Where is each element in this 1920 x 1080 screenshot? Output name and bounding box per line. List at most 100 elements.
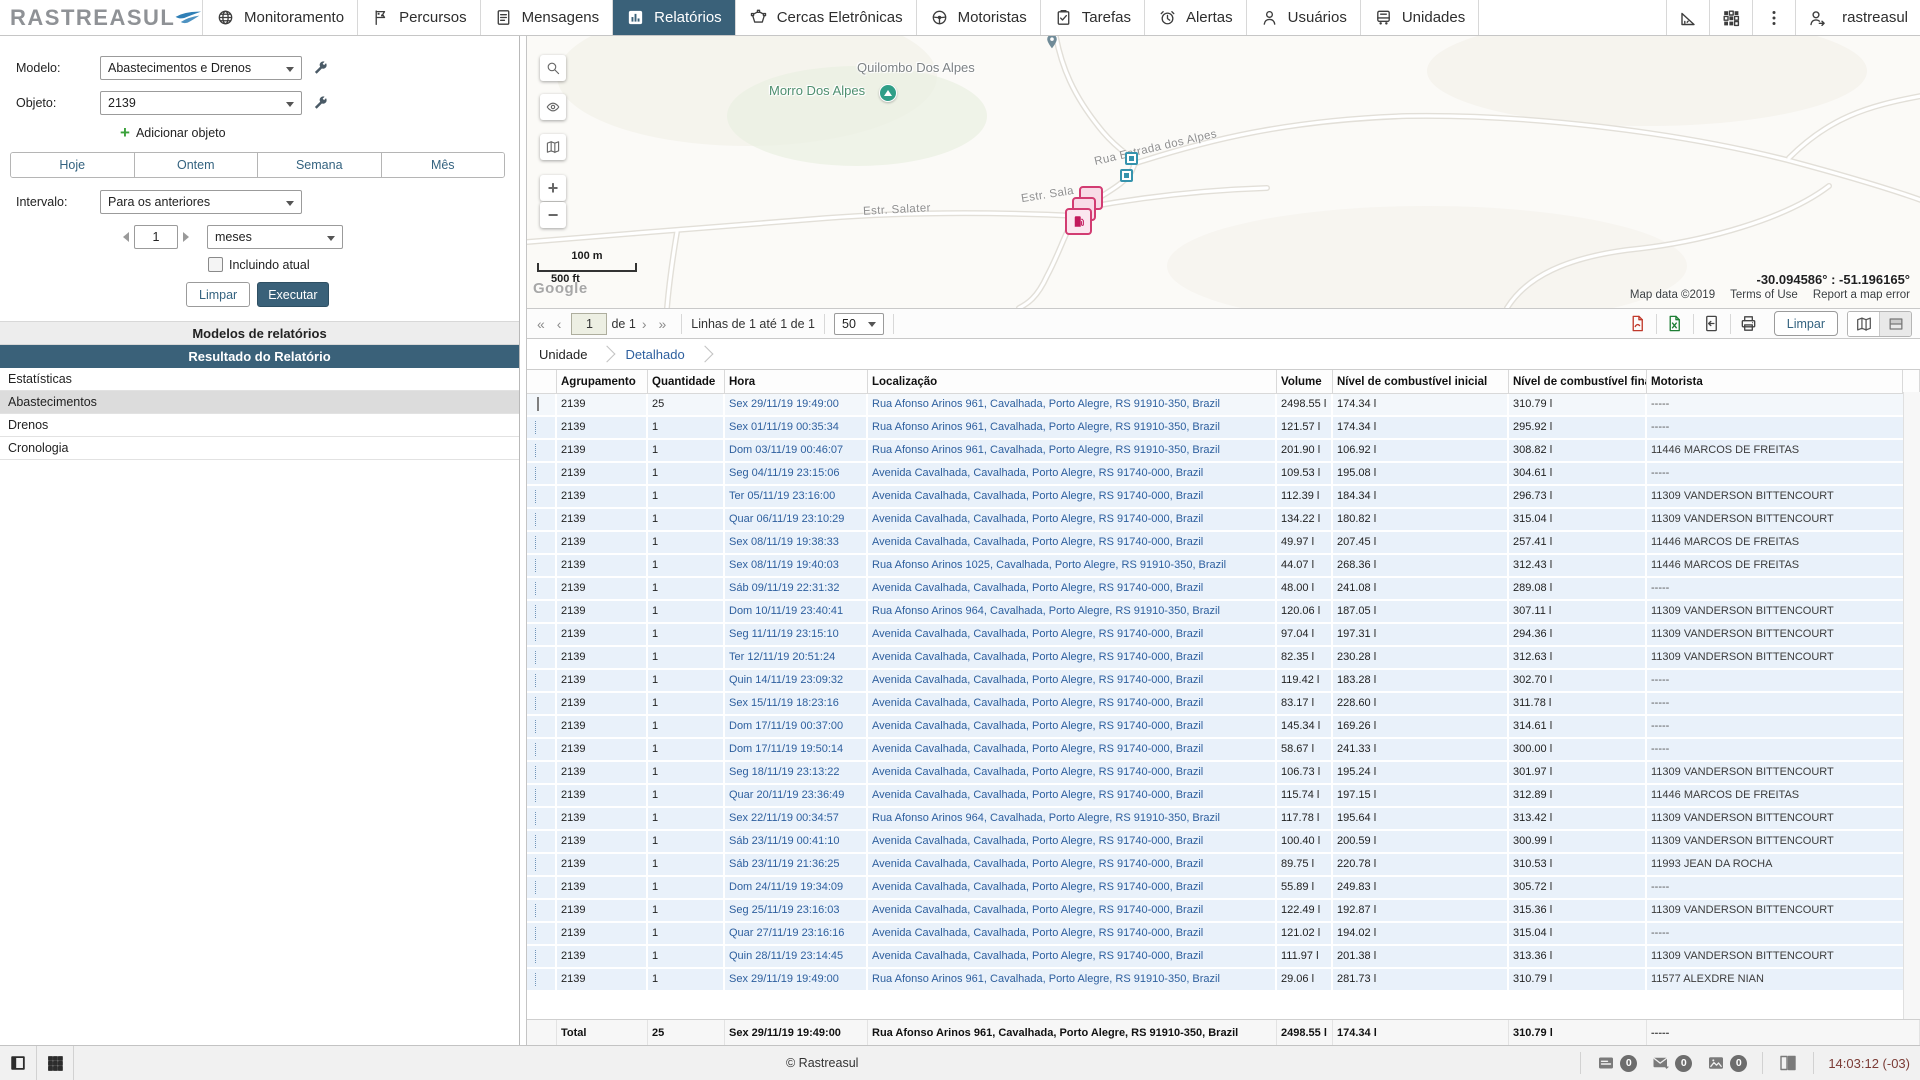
tab-detalhado[interactable]: Detalhado — [625, 347, 684, 362]
table-row[interactable]: 21391Ter 05/11/19 23:16:00Avenida Cavalh… — [527, 486, 1920, 507]
panel-splitter[interactable] — [520, 36, 527, 1046]
vertical-scrollbar[interactable] — [1903, 392, 1920, 1019]
cell-hora[interactable]: Dom 03/11/19 00:46:07 — [725, 440, 868, 461]
executar-button[interactable]: Executar — [257, 282, 328, 307]
cell-hora[interactable]: Sex 15/11/19 18:23:16 — [725, 693, 868, 714]
column-header-Volume[interactable]: Volume — [1277, 370, 1333, 393]
cell-hora[interactable]: Sex 08/11/19 19:40:03 — [725, 555, 868, 576]
cell-localizacao[interactable]: Avenida Cavalhada, Cavalhada, Porto Aleg… — [868, 854, 1277, 875]
park-poi-icon[interactable] — [879, 84, 897, 102]
report-pages-button[interactable] — [1778, 1053, 1798, 1073]
cell-hora[interactable]: Sex 29/11/19 19:49:00 — [725, 394, 868, 415]
cell-hora[interactable]: Seg 11/11/19 23:15:10 — [725, 624, 868, 645]
table-row[interactable]: 21391Sex 01/11/19 00:35:34Rua Afonso Ari… — [527, 417, 1920, 438]
cell-localizacao[interactable]: Rua Afonso Arinos 961, Cavalhada, Porto … — [868, 969, 1277, 990]
table-row[interactable]: 21391Seg 18/11/19 23:13:22Avenida Cavalh… — [527, 762, 1920, 783]
cell-hora[interactable]: Sex 22/11/19 00:34:57 — [725, 808, 868, 829]
unit-marker-icon[interactable] — [1125, 152, 1138, 165]
objeto-select[interactable]: 2139 — [100, 91, 302, 115]
map-search-button[interactable] — [540, 55, 566, 81]
cell-localizacao[interactable]: Avenida Cavalhada, Cavalhada, Porto Aleg… — [868, 785, 1277, 806]
cell-localizacao[interactable]: Avenida Cavalhada, Cavalhada, Porto Aleg… — [868, 739, 1277, 760]
cell-localizacao[interactable]: Avenida Cavalhada, Cavalhada, Porto Aleg… — [868, 693, 1277, 714]
cell-localizacao[interactable]: Rua Afonso Arinos 964, Cavalhada, Porto … — [868, 808, 1277, 829]
table-row[interactable]: 21391Sáb 23/11/19 21:36:25Avenida Cavalh… — [527, 854, 1920, 875]
cell-localizacao[interactable]: Avenida Cavalhada, Cavalhada, Porto Aleg… — [868, 716, 1277, 737]
cell-hora[interactable]: Dom 24/11/19 19:34:09 — [725, 877, 868, 898]
cell-hora[interactable]: Sex 01/11/19 00:35:34 — [725, 417, 868, 438]
cell-hora[interactable]: Dom 17/11/19 00:37:00 — [725, 716, 868, 737]
cell-localizacao[interactable]: Avenida Cavalhada, Cavalhada, Porto Aleg… — [868, 578, 1277, 599]
period-increment-button[interactable] — [183, 232, 194, 242]
cell-localizacao[interactable]: Avenida Cavalhada, Cavalhada, Porto Aleg… — [868, 624, 1277, 645]
table-row[interactable]: 21391Sex 22/11/19 00:34:57Rua Afonso Ari… — [527, 808, 1920, 829]
export-excel-button[interactable] — [1660, 312, 1690, 336]
table-row[interactable]: 21391Dom 10/11/19 23:40:41Rua Afonso Ari… — [527, 601, 1920, 622]
panel-layout-button[interactable] — [0, 1046, 37, 1080]
report-error-link[interactable]: Report a map error — [1813, 289, 1910, 301]
table-row[interactable]: 21391Sex 15/11/19 18:23:16Avenida Cavalh… — [527, 693, 1920, 714]
cell-localizacao[interactable]: Avenida Cavalhada, Cavalhada, Porto Aleg… — [868, 923, 1277, 944]
cell-localizacao[interactable]: Rua Afonso Arinos 964, Cavalhada, Porto … — [868, 601, 1277, 622]
table-row[interactable]: 21391Quin 28/11/19 23:14:45Avenida Caval… — [527, 946, 1920, 967]
table-row[interactable]: 21391Sex 29/11/19 19:49:00Rua Afonso Ari… — [527, 969, 1920, 990]
unit-marker-icon[interactable] — [1120, 169, 1133, 182]
cell-hora[interactable]: Seg 04/11/19 23:15:06 — [725, 463, 868, 484]
table-row[interactable]: 21391Sáb 09/11/19 22:31:32Avenida Cavalh… — [527, 578, 1920, 599]
column-header-Nível de combustível inicial[interactable]: Nível de combustível inicial — [1333, 370, 1509, 393]
next-page-button[interactable]: › — [636, 316, 653, 332]
table-row[interactable]: 21391Sáb 23/11/19 00:41:10Avenida Cavalh… — [527, 831, 1920, 852]
table-row[interactable]: 21391Dom 17/11/19 19:50:14Avenida Cavalh… — [527, 739, 1920, 760]
intervalo-select[interactable]: Para os anteriores — [100, 190, 302, 214]
limpar-results-button[interactable]: Limpar — [1774, 311, 1838, 336]
column-header-Localização[interactable]: Localização — [868, 370, 1277, 393]
column-header-Motorista[interactable]: Motorista — [1647, 370, 1903, 393]
cell-hora[interactable]: Sex 08/11/19 19:38:33 — [725, 532, 868, 553]
column-header-Nível de combustível final[interactable]: Nível de combustível final — [1509, 370, 1647, 393]
column-header-Quantidade[interactable]: Quantidade — [648, 370, 725, 393]
range-button-hoje[interactable]: Hoje — [11, 153, 135, 177]
cell-hora[interactable]: Quin 28/11/19 23:14:45 — [725, 946, 868, 967]
place-pin-icon[interactable] — [1043, 36, 1061, 56]
modelo-settings-button[interactable] — [312, 60, 329, 77]
cell-hora[interactable]: Quar 06/11/19 23:10:29 — [725, 509, 868, 530]
cell-localizacao[interactable]: Avenida Cavalhada, Cavalhada, Porto Aleg… — [868, 900, 1277, 921]
period-count-input[interactable]: 1 — [134, 225, 178, 249]
tab-unidade[interactable]: Unidade — [539, 347, 587, 362]
split-view-toggle[interactable] — [1879, 312, 1911, 336]
map-zoom-out-button[interactable]: − — [540, 202, 566, 228]
prev-page-button[interactable]: ‹ — [551, 316, 568, 332]
cell-hora[interactable]: Quin 14/11/19 23:09:32 — [725, 670, 868, 691]
table-row[interactable]: 21391Ter 12/11/19 20:51:24Avenida Cavalh… — [527, 647, 1920, 668]
page-number-input[interactable]: 1 — [571, 313, 607, 335]
user-menu[interactable]: rastreasul — [1838, 0, 1920, 35]
cell-hora[interactable]: Sáb 23/11/19 00:41:10 — [725, 831, 868, 852]
result-item-cronologia[interactable]: Cronologia — [0, 437, 519, 460]
first-page-button[interactable]: « — [531, 316, 551, 332]
nav-item-alertas[interactable]: Alertas — [1145, 0, 1247, 35]
section-modelos-relatorios[interactable]: Modelos de relatórios — [0, 321, 519, 345]
map-canvas[interactable]: + − Quilombo Dos Alpes Morro Dos Alpes R… — [527, 36, 1920, 308]
print-button[interactable] — [1734, 312, 1764, 336]
terms-link[interactable]: Terms of Use — [1730, 289, 1798, 301]
cell-hora[interactable]: Quar 27/11/19 23:16:16 — [725, 923, 868, 944]
table-row[interactable]: 21391Sex 08/11/19 19:38:33Avenida Cavalh… — [527, 532, 1920, 553]
export-pdf-button[interactable] — [1623, 312, 1653, 336]
cell-localizacao[interactable]: Avenida Cavalhada, Cavalhada, Porto Aleg… — [868, 877, 1277, 898]
reports-counter[interactable]: 0 — [1596, 1053, 1637, 1073]
messages-counter[interactable]: 0 — [1651, 1053, 1692, 1073]
logo[interactable]: RASTREASUL — [0, 0, 203, 35]
nav-item-tarefas[interactable]: Tarefas — [1041, 0, 1145, 35]
measure-button[interactable] — [1666, 0, 1709, 35]
cell-localizacao[interactable]: Rua Afonso Arinos 961, Cavalhada, Porto … — [868, 417, 1277, 438]
nav-item-cercas-eletronicas[interactable]: Cercas Eletrônicas — [736, 0, 917, 35]
cell-hora[interactable]: Dom 17/11/19 19:50:14 — [725, 739, 868, 760]
export-file-button[interactable] — [1697, 312, 1727, 336]
range-button-ontem[interactable]: Ontem — [135, 153, 259, 177]
nav-item-unidades[interactable]: Unidades — [1361, 0, 1479, 35]
cell-hora[interactable]: Dom 10/11/19 23:40:41 — [725, 601, 868, 622]
more-button[interactable] — [1752, 0, 1795, 35]
table-row[interactable]: 21391Seg 25/11/19 23:16:03Avenida Cavalh… — [527, 900, 1920, 921]
nav-item-percursos[interactable]: Percursos — [358, 0, 481, 35]
cell-localizacao[interactable]: Avenida Cavalhada, Cavalhada, Porto Aleg… — [868, 463, 1277, 484]
